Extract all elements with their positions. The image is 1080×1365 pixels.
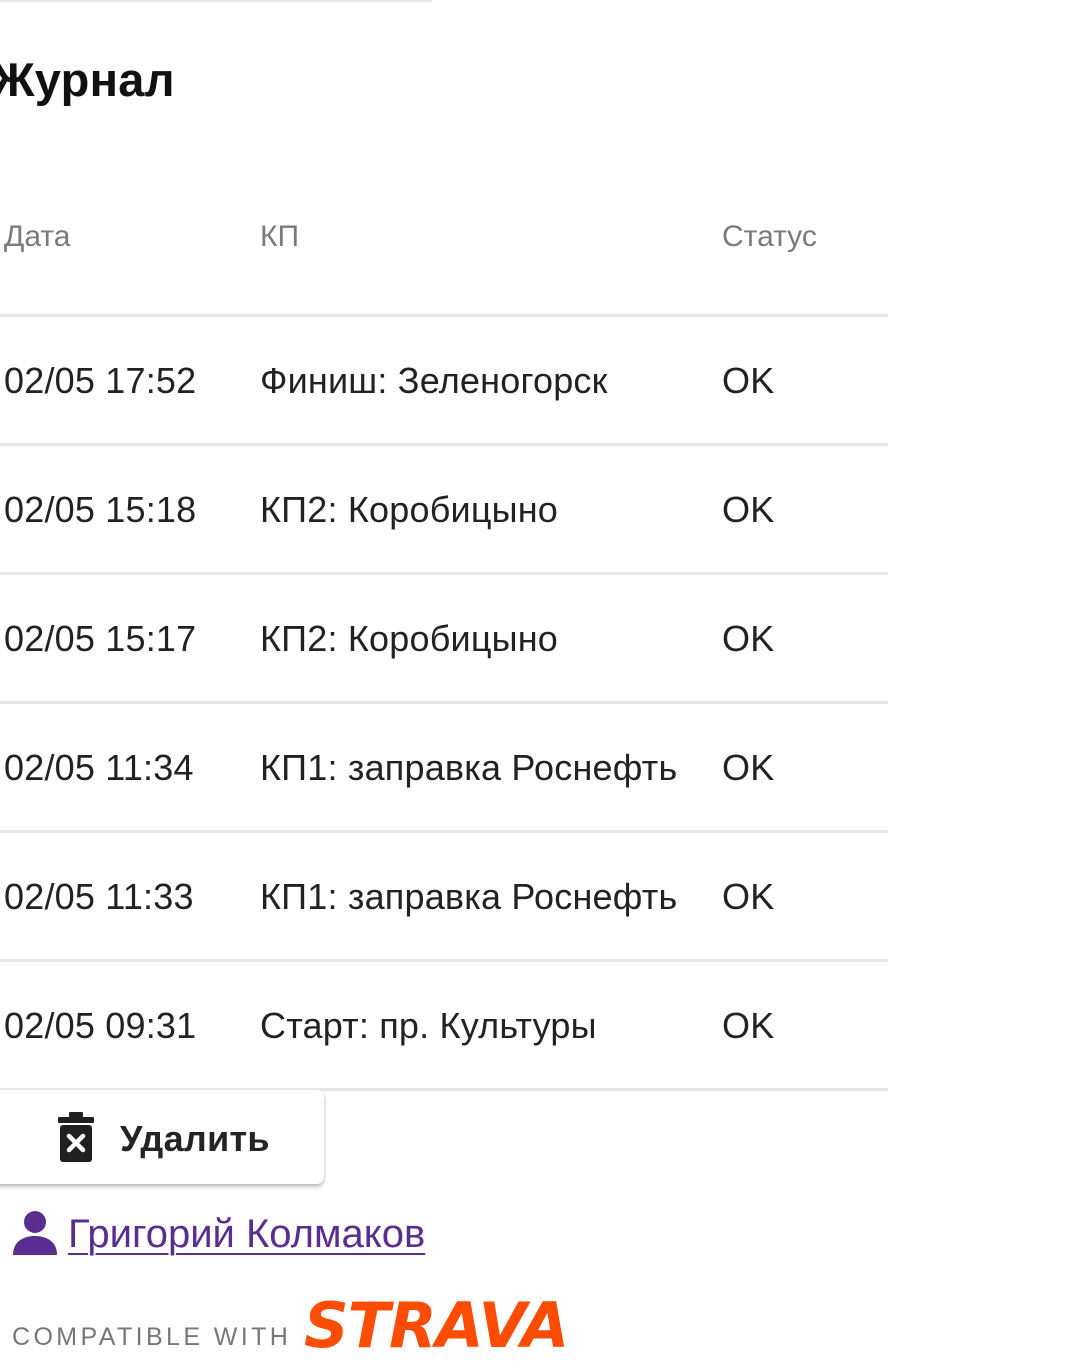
row-checkpoint: КП1: заправка Роснефть: [260, 876, 678, 917]
row-date: 02/05 09:31: [4, 1005, 197, 1046]
row-status: OK: [722, 876, 775, 917]
trash-icon: [58, 1112, 94, 1162]
row-checkpoint: Финиш: Зеленогорск: [260, 360, 608, 401]
row-status: OK: [722, 489, 775, 530]
person-icon: [13, 1211, 57, 1255]
row-status: OK: [722, 360, 775, 401]
header-status: Статус: [722, 220, 817, 253]
table-row: 02/05 11:34 КП1: заправка Роснефть OK: [0, 704, 888, 833]
row-checkpoint: КП2: Коробицыно: [260, 618, 559, 659]
journal-table: Дата КП Статус 02/05 17:52 Финиш: Зелено…: [0, 172, 888, 1091]
delete-button[interactable]: Удалить: [0, 1090, 324, 1184]
strava-logo: STRAVA: [304, 1289, 569, 1362]
delete-label: Удалить: [120, 1118, 270, 1159]
row-date: 02/05 15:17: [4, 618, 197, 659]
row-checkpoint: Старт: пр. Культуры: [260, 1005, 597, 1046]
table-row: 02/05 17:52 Финиш: Зеленогорск OK: [0, 317, 888, 446]
page-title: Журнал: [0, 53, 175, 106]
user-profile-link[interactable]: Григорий Колмаков: [68, 1212, 425, 1257]
row-status: OK: [722, 1005, 775, 1046]
row-checkpoint: КП2: Коробицыно: [260, 489, 559, 530]
table-row: 02/05 09:31 Старт: пр. Культуры OK: [0, 962, 888, 1091]
header-checkpoint: КП: [260, 220, 300, 253]
row-checkpoint: КП1: заправка Роснефть: [260, 747, 678, 788]
header-date: Дата: [4, 220, 71, 253]
row-status: OK: [722, 747, 775, 788]
table-row: 02/05 11:33 КП1: заправка Роснефть OK: [0, 833, 888, 962]
compatible-with-label: COMPATIBLE WITH: [12, 1323, 292, 1351]
row-status: OK: [722, 618, 775, 659]
row-date: 02/05 15:18: [4, 489, 197, 530]
table-row: 02/05 15:17 КП2: Коробицыно OK: [0, 575, 888, 704]
row-date: 02/05 11:33: [4, 876, 194, 917]
table-row: 02/05 15:18 КП2: Коробицыно OK: [0, 446, 888, 575]
table-header: Дата КП Статус: [0, 172, 888, 317]
row-date: 02/05 11:34: [4, 747, 194, 788]
top-divider: [0, 0, 432, 2]
row-date: 02/05 17:52: [4, 360, 197, 401]
